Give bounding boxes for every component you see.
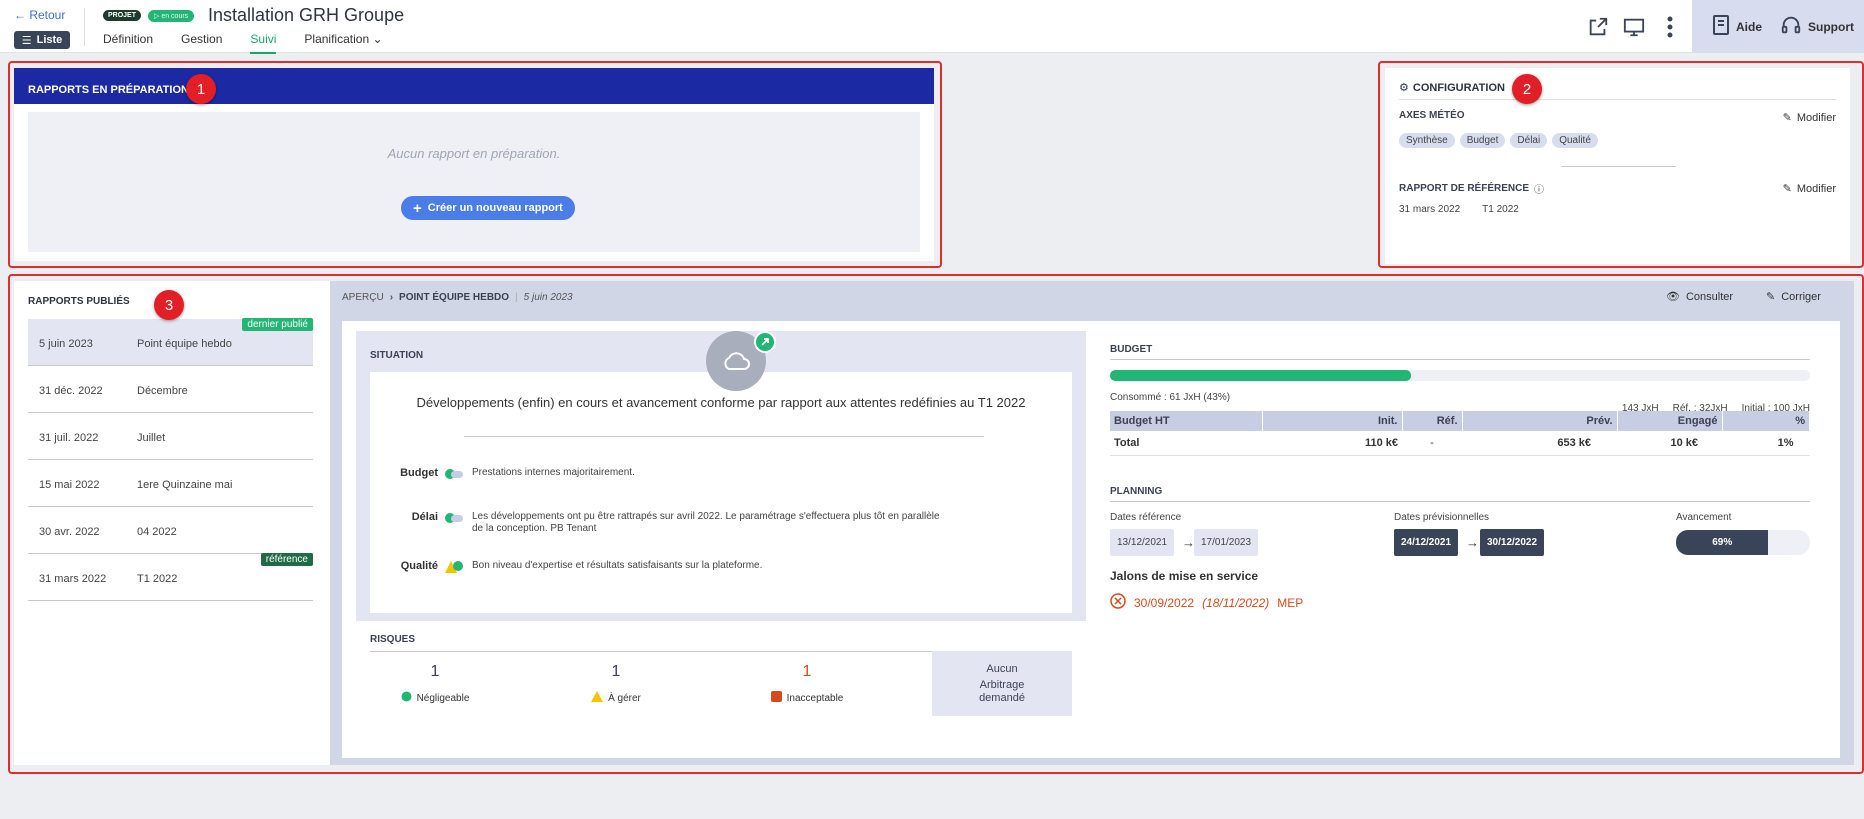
monitor-icon[interactable] [1621, 14, 1647, 40]
list-button-label: Liste [36, 34, 63, 46]
help-label: Aide [1736, 19, 1763, 34]
tab-gestion[interactable]: Gestion [181, 32, 222, 54]
external-link-icon[interactable] [1585, 14, 1611, 40]
help-button[interactable]: Aide [1712, 14, 1762, 39]
headset-icon [1780, 14, 1802, 39]
annotation-frame-3 [8, 274, 1864, 774]
book-icon [1712, 14, 1730, 39]
list-icon: ☰ [21, 34, 32, 47]
support-button[interactable]: Support [1780, 14, 1854, 39]
header-divider [84, 8, 85, 46]
top-header: ← Retour ☰ Liste PROJET ▷ en cours Insta… [0, 0, 1864, 54]
chevron-down-icon: ⌄ [372, 32, 383, 46]
marker-2: 2 [1512, 74, 1542, 104]
support-label: Support [1808, 19, 1855, 34]
annotation-frame-1 [8, 61, 942, 268]
marker-1: 1 [186, 74, 216, 104]
annotation-frame-2 [1378, 61, 1864, 268]
help-zone: Aide Support [1692, 0, 1864, 53]
tab-planification-label: Planification [304, 32, 370, 46]
tab-definition[interactable]: Définition [103, 32, 153, 54]
tab-suivi[interactable]: Suivi [250, 32, 277, 54]
list-button[interactable]: ☰ Liste [14, 31, 70, 49]
project-badge: PROJET [103, 10, 142, 21]
page-title: Installation GRH Groupe [208, 5, 405, 25]
back-link[interactable]: ← Retour [14, 8, 65, 22]
more-menu-icon[interactable] [1657, 14, 1683, 40]
tab-planification[interactable]: Planification ⌄ [304, 32, 382, 54]
status-badge: ▷ en cours [148, 10, 195, 22]
tab-bar: Définition Gestion Suivi Planification ⌄ [103, 32, 411, 54]
marker-3: 3 [154, 290, 184, 320]
